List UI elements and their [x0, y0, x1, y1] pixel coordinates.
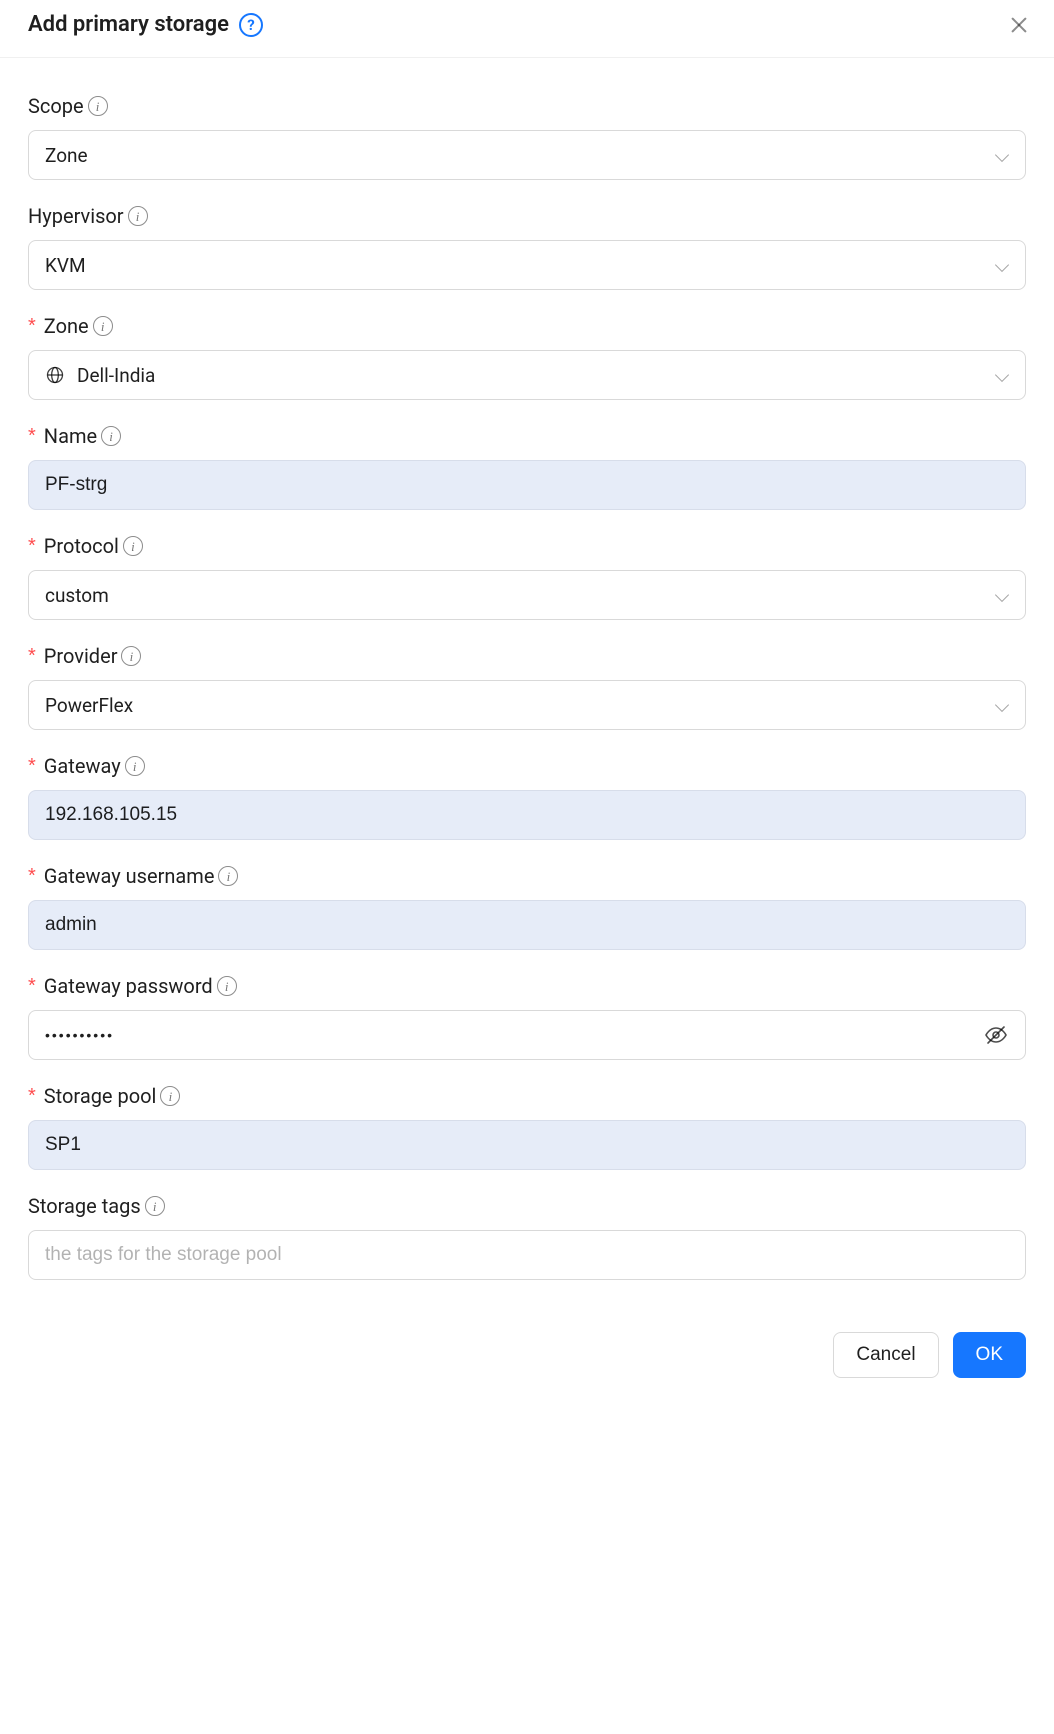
- help-icon[interactable]: ?: [239, 13, 263, 37]
- scope-value: Zone: [45, 144, 88, 167]
- zone-value: Dell-India: [77, 364, 155, 387]
- close-icon[interactable]: [1008, 14, 1030, 36]
- required-mark: *: [28, 316, 36, 336]
- provider-select[interactable]: PowerFlex: [28, 680, 1026, 730]
- info-icon[interactable]: i: [128, 206, 148, 226]
- required-mark: *: [28, 976, 36, 996]
- info-icon[interactable]: i: [217, 976, 237, 996]
- info-icon[interactable]: i: [218, 866, 238, 886]
- required-mark: *: [28, 866, 36, 886]
- hypervisor-label: Hypervisor: [28, 204, 124, 228]
- storage-tags-label: Storage tags: [28, 1194, 141, 1218]
- zone-select[interactable]: Dell-India: [28, 350, 1026, 400]
- protocol-value: custom: [45, 584, 109, 607]
- gateway-username-input[interactable]: [28, 900, 1026, 950]
- info-icon[interactable]: i: [145, 1196, 165, 1216]
- storage-pool-label: Storage pool: [44, 1084, 157, 1108]
- zone-label: Zone: [44, 314, 89, 338]
- gateway-label: Gateway: [44, 754, 121, 778]
- info-icon[interactable]: i: [101, 426, 121, 446]
- storage-pool-input[interactable]: [28, 1120, 1026, 1170]
- required-mark: *: [28, 646, 36, 666]
- eye-off-icon[interactable]: [984, 1023, 1008, 1047]
- hypervisor-value: KVM: [45, 254, 86, 277]
- gateway-input[interactable]: [28, 790, 1026, 840]
- cancel-button[interactable]: Cancel: [833, 1332, 938, 1378]
- info-icon[interactable]: i: [123, 536, 143, 556]
- info-icon[interactable]: i: [88, 96, 108, 116]
- required-mark: *: [28, 426, 36, 446]
- ok-button[interactable]: OK: [953, 1332, 1026, 1378]
- chevron-down-icon: [995, 368, 1009, 382]
- required-mark: *: [28, 1086, 36, 1106]
- gateway-password-label: Gateway password: [44, 974, 213, 998]
- protocol-label: Protocol: [44, 534, 119, 558]
- chevron-down-icon: [995, 698, 1009, 712]
- scope-select[interactable]: Zone: [28, 130, 1026, 180]
- info-icon[interactable]: i: [121, 646, 141, 666]
- globe-icon: [45, 365, 65, 385]
- chevron-down-icon: [995, 148, 1009, 162]
- scope-label: Scope: [28, 94, 84, 118]
- name-input[interactable]: [28, 460, 1026, 510]
- storage-tags-input[interactable]: [28, 1230, 1026, 1280]
- chevron-down-icon: [995, 258, 1009, 272]
- protocol-select[interactable]: custom: [28, 570, 1026, 620]
- required-mark: *: [28, 756, 36, 776]
- info-icon[interactable]: i: [160, 1086, 180, 1106]
- gateway-username-label: Gateway username: [44, 864, 215, 888]
- hypervisor-select[interactable]: KVM: [28, 240, 1026, 290]
- required-mark: *: [28, 536, 36, 556]
- provider-label: Provider: [44, 644, 118, 668]
- provider-value: PowerFlex: [45, 694, 133, 717]
- modal-title: Add primary storage: [28, 12, 229, 37]
- gateway-password-input[interactable]: [28, 1010, 1026, 1060]
- name-label: Name: [44, 424, 97, 448]
- chevron-down-icon: [995, 588, 1009, 602]
- info-icon[interactable]: i: [93, 316, 113, 336]
- info-icon[interactable]: i: [125, 756, 145, 776]
